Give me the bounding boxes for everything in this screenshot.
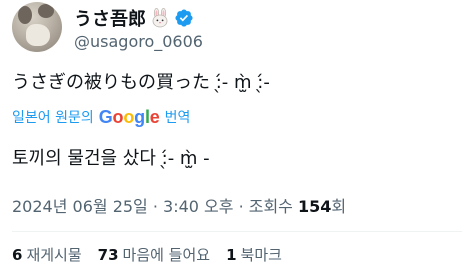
bookmarks-label: 북마크 [240, 246, 282, 264]
translate-label-suffix: 번역 [164, 110, 191, 126]
translate-label-prefix: 일본어 원문의 [12, 110, 94, 126]
tweet-original-text: うさぎの被りもの買った :̖́- m̫̀ :̖́- [12, 72, 270, 93]
google-logo: Google [98, 106, 160, 127]
verified-badge-icon[interactable] [174, 8, 194, 28]
reposts-count: 6 [12, 246, 23, 264]
reposts-stat[interactable]: 6 재게시물 [12, 244, 82, 265]
reposts-label: 재게시물 [26, 246, 82, 264]
author-name-row: うさ吾郎 [74, 6, 194, 30]
bookmarks-stat[interactable]: 1 북마크 [226, 244, 282, 265]
author-handle[interactable]: @usagoro_0606 [74, 32, 203, 51]
avatar-hand [26, 24, 50, 46]
tweet-meta: 2024년 06월 25일 · 3:40 오후 · 조회수 154회 [12, 193, 346, 217]
avatar-rabbit-ear-right [38, 4, 54, 18]
rabbit-face-icon [150, 8, 170, 28]
views-unit: 회 [331, 197, 347, 216]
divider [12, 231, 462, 232]
avatar[interactable] [12, 2, 62, 52]
tweet-timestamp[interactable]: 2024년 06월 25일 · 3:40 오후 · 조회수 [12, 197, 293, 216]
translate-link[interactable]: 일본어 원문의 Google 번역 [12, 106, 190, 128]
likes-count: 73 [97, 246, 119, 264]
likes-stat[interactable]: 73 마음에 들어요 [98, 244, 210, 265]
author-display-name[interactable]: うさ吾郎 [74, 5, 146, 31]
views-count: 154 [298, 197, 332, 216]
tweet-translated-text: 토끼의 물건을 샀다 :̖́- m̫̀ - [12, 148, 210, 169]
engagement-stats: 6 재게시물 73 마음에 들어요 1 북마크 [12, 244, 282, 265]
bookmarks-count: 1 [226, 246, 237, 264]
likes-label: 마음에 들어요 [122, 246, 211, 264]
tweet-card: うさ吾郎 @usagoro_0606 うさぎの被りもの買った :̖́- m̫̀ … [0, 0, 474, 271]
avatar-rabbit-ear-left [18, 6, 32, 24]
